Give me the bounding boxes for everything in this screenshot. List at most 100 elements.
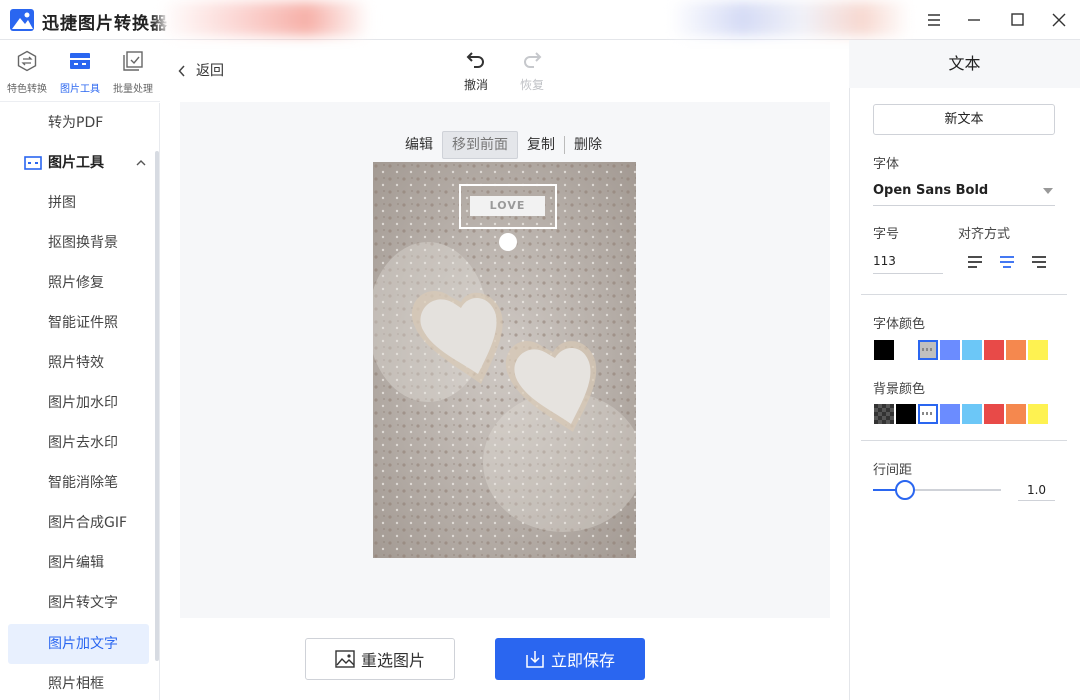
swap-hex-icon bbox=[17, 50, 37, 72]
tab-batch-process[interactable]: 批量处理 bbox=[107, 50, 159, 96]
close-icon[interactable] bbox=[1045, 6, 1073, 34]
align-center-icon bbox=[1000, 256, 1014, 268]
copy-button[interactable]: 复制 bbox=[518, 131, 564, 159]
sidebar-item-id-photo[interactable]: 智能证件照 bbox=[8, 303, 149, 343]
redo-button[interactable]: 恢复 bbox=[512, 50, 552, 93]
chevron-up-icon bbox=[136, 160, 146, 166]
font-color-swatch[interactable] bbox=[1006, 340, 1026, 360]
blurred-banner-left bbox=[160, 2, 370, 36]
menu-icon[interactable] bbox=[920, 6, 948, 34]
sidebar-item-cutout-background[interactable]: 抠图换背景 bbox=[8, 223, 149, 263]
maximize-icon[interactable] bbox=[1003, 6, 1031, 34]
bg-color-swatch[interactable] bbox=[896, 404, 916, 424]
batch-check-icon bbox=[123, 51, 143, 71]
sidebar-item-photo-repair[interactable]: 照片修复 bbox=[8, 263, 149, 303]
align-left-icon bbox=[968, 256, 982, 268]
font-select[interactable]: Open Sans Bold bbox=[873, 180, 1055, 206]
app-title: 迅捷图片转换器 bbox=[42, 14, 168, 34]
sidebar-item-remove-watermark[interactable]: 图片去水印 bbox=[8, 423, 149, 463]
align-center-button[interactable] bbox=[999, 255, 1015, 269]
sidebar-scrollbar[interactable] bbox=[155, 151, 159, 661]
left-tab-bar: 特色转换 图片工具 批量处理 bbox=[0, 40, 160, 102]
image-icon bbox=[335, 650, 355, 668]
align-left-button[interactable] bbox=[967, 255, 983, 269]
text-box[interactable]: LOVE bbox=[459, 184, 557, 229]
font-color-swatch[interactable] bbox=[918, 340, 938, 360]
app-logo-icon bbox=[10, 9, 34, 31]
reselect-image-button[interactable]: 重选图片 bbox=[305, 638, 455, 680]
align-right-icon bbox=[1032, 256, 1046, 268]
tab-label: 特色转换 bbox=[7, 84, 47, 95]
line-spacing-slider-handle[interactable] bbox=[895, 480, 915, 500]
bg-color-swatch[interactable] bbox=[874, 404, 894, 424]
delete-button[interactable]: 删除 bbox=[565, 131, 611, 159]
new-text-button[interactable]: 新文本 bbox=[873, 104, 1055, 135]
font-color-swatch[interactable] bbox=[896, 340, 916, 360]
save-button[interactable]: 立即保存 bbox=[495, 638, 645, 680]
back-label: 返回 bbox=[196, 63, 224, 79]
font-color-swatch[interactable] bbox=[874, 340, 894, 360]
sidebar-item-eraser[interactable]: 智能消除笔 bbox=[8, 463, 149, 503]
font-color-swatch[interactable] bbox=[984, 340, 1004, 360]
selected-dots-icon bbox=[922, 348, 934, 351]
save-label: 立即保存 bbox=[550, 651, 615, 670]
selected-dots-icon bbox=[922, 412, 934, 415]
sidebar-item-collage[interactable]: 拼图 bbox=[8, 183, 149, 223]
bring-front-button[interactable]: 移到前面 bbox=[442, 131, 518, 159]
edit-button[interactable]: 编辑 bbox=[396, 131, 442, 159]
undo-button[interactable]: 撤消 bbox=[456, 50, 496, 93]
sidebar-item-add-text[interactable]: 图片加文字 bbox=[8, 624, 149, 664]
undo-label: 撤消 bbox=[463, 78, 488, 92]
reselect-label: 重选图片 bbox=[360, 651, 425, 670]
font-color-label: 字体颜色 bbox=[873, 317, 926, 332]
tab-label: 图片工具 bbox=[60, 84, 100, 95]
back-button[interactable]: 返回 bbox=[176, 60, 224, 82]
text-box-content: LOVE bbox=[470, 196, 545, 216]
sidebar-item-photo-frame[interactable]: 照片相框 bbox=[8, 664, 149, 700]
minimize-icon[interactable] bbox=[960, 6, 988, 34]
panel-divider bbox=[861, 440, 1067, 441]
text-properties-panel bbox=[849, 40, 1080, 700]
chevron-left-icon bbox=[178, 65, 185, 77]
download-icon bbox=[526, 651, 544, 668]
bg-color-swatch[interactable] bbox=[962, 404, 982, 424]
size-label: 字号 bbox=[873, 227, 900, 242]
redo-label: 恢复 bbox=[519, 78, 544, 92]
blurred-banner-right bbox=[670, 2, 910, 36]
tab-feature-convert[interactable]: 特色转换 bbox=[1, 50, 53, 96]
bg-color-swatch[interactable] bbox=[1028, 404, 1048, 424]
sidebar: 转为PDF 图片工具 拼图 抠图换背景 照片修复 智能证件照 照片特效 图片加水… bbox=[0, 103, 160, 700]
title-bar: 迅捷图片转换器 bbox=[0, 0, 1080, 40]
font-color-swatch[interactable] bbox=[962, 340, 982, 360]
bg-color-label: 背景颜色 bbox=[873, 382, 926, 397]
font-label: 字体 bbox=[873, 157, 900, 172]
font-size-input[interactable]: 113 bbox=[873, 250, 943, 274]
rotate-handle[interactable] bbox=[499, 233, 517, 251]
align-label: 对齐方式 bbox=[958, 227, 1011, 242]
font-select-value: Open Sans Bold bbox=[873, 183, 989, 198]
sidebar-item-image-to-text[interactable]: 图片转文字 bbox=[8, 583, 149, 623]
redo-icon bbox=[524, 52, 542, 68]
sidebar-item-add-watermark[interactable]: 图片加水印 bbox=[8, 383, 149, 423]
bg-color-swatch[interactable] bbox=[984, 404, 1004, 424]
bg-color-swatch[interactable] bbox=[918, 404, 938, 424]
tab-label: 批量处理 bbox=[113, 84, 153, 95]
text-context-menu: 编辑 移到前面 复制 删除 bbox=[396, 131, 611, 159]
sidebar-group-image-tools[interactable]: 图片工具 bbox=[24, 143, 149, 183]
sidebar-item-photo-effects[interactable]: 照片特效 bbox=[8, 343, 149, 383]
sidebar-item-convert-pdf[interactable]: 转为PDF bbox=[8, 103, 149, 143]
font-color-swatch[interactable] bbox=[1028, 340, 1048, 360]
panel-divider bbox=[861, 294, 1067, 295]
font-color-swatch[interactable] bbox=[940, 340, 960, 360]
sidebar-item-gif[interactable]: 图片合成GIF bbox=[8, 503, 149, 543]
align-right-button[interactable] bbox=[1031, 255, 1047, 269]
bg-color-swatch[interactable] bbox=[1006, 404, 1026, 424]
sidebar-item-image-edit[interactable]: 图片编辑 bbox=[8, 543, 149, 583]
line-spacing-value[interactable]: 1.0 bbox=[1018, 479, 1055, 501]
image-tools-icon bbox=[24, 156, 42, 170]
image-tools-icon bbox=[70, 53, 90, 69]
bg-color-swatch[interactable] bbox=[940, 404, 960, 424]
dropdown-caret-icon bbox=[1043, 188, 1053, 194]
sidebar-group-label: 图片工具 bbox=[48, 155, 104, 171]
tab-image-tools[interactable]: 图片工具 bbox=[54, 50, 106, 96]
